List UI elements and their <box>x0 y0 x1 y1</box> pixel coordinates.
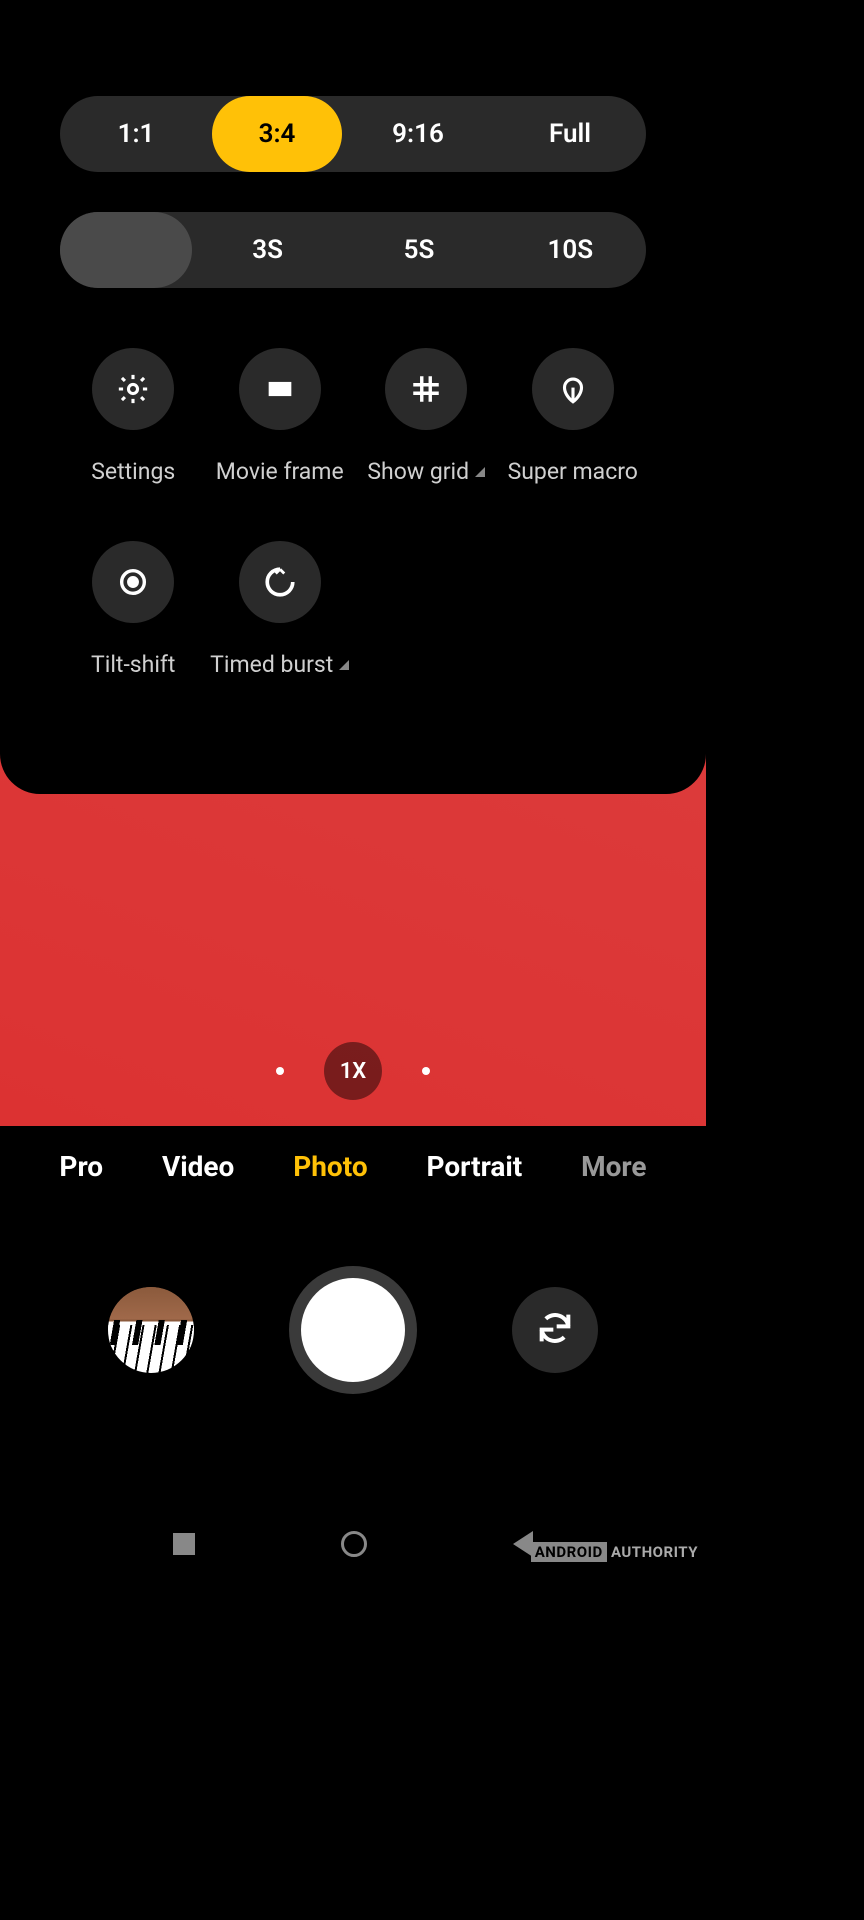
zoom-step-lower[interactable] <box>276 1067 284 1075</box>
nav-recent-button[interactable] <box>173 1533 195 1555</box>
aspect-ratio-option[interactable]: 3:4 <box>212 96 342 172</box>
camera-swap-icon <box>535 1308 575 1352</box>
nav-home-button[interactable] <box>341 1531 367 1557</box>
timer-option[interactable]: 5S <box>343 212 494 288</box>
mode-video[interactable]: Video <box>162 1150 234 1183</box>
submenu-indicator-icon <box>339 660 349 670</box>
timed-burst-icon <box>239 541 321 623</box>
camera-swap-button[interactable] <box>512 1287 598 1373</box>
mode-more[interactable]: More <box>581 1150 646 1183</box>
quick-settings-row: Settings Movie frame Show grid Super mac… <box>60 348 646 485</box>
mode-selector[interactable]: Pro Video Photo Portrait More <box>0 1150 706 1183</box>
quick-setting-label: Show grid <box>367 458 485 485</box>
timer-option[interactable]: 10S <box>495 212 646 288</box>
zoom-selector[interactable]: 1X <box>276 1042 430 1100</box>
movie-frame-button[interactable]: Movie frame <box>207 348 354 485</box>
gallery-thumbnail[interactable] <box>108 1287 194 1373</box>
zoom-step-higher[interactable] <box>422 1067 430 1075</box>
quick-setting-label: Settings <box>91 458 175 485</box>
tilt-shift-button[interactable]: Tilt-shift <box>60 541 207 678</box>
shutter-button[interactable] <box>289 1266 417 1394</box>
camera-controls <box>0 1266 706 1394</box>
submenu-indicator-icon <box>475 467 485 477</box>
mode-portrait[interactable]: Portrait <box>427 1150 523 1183</box>
quick-setting-label: Movie frame <box>216 458 344 485</box>
settings-button[interactable]: Settings <box>60 348 207 485</box>
timer-option[interactable]: 3S <box>192 212 343 288</box>
show-grid-button[interactable]: Show grid <box>353 348 500 485</box>
timer-selector: 3S 5S 10S <box>60 212 646 288</box>
quick-settings-row: Tilt-shift Timed burst <box>60 541 646 678</box>
top-settings-panel: 1:1 3:4 9:16 Full 3S 5S 10S Settings Mov… <box>0 0 706 794</box>
shutter-inner <box>301 1278 405 1382</box>
gear-icon <box>92 348 174 430</box>
quick-setting-label: Timed burst <box>210 651 349 678</box>
movie-frame-icon <box>239 348 321 430</box>
aspect-ratio-option[interactable]: Full <box>494 96 646 172</box>
timed-burst-button[interactable]: Timed burst <box>207 541 354 678</box>
zoom-level-badge[interactable]: 1X <box>324 1042 382 1100</box>
mode-photo[interactable]: Photo <box>293 1150 367 1183</box>
super-macro-button[interactable]: Super macro <box>500 348 647 485</box>
macro-icon <box>532 348 614 430</box>
watermark: ANDROID AUTHORITY <box>531 1543 698 1561</box>
aspect-ratio-selector: 1:1 3:4 9:16 Full <box>60 96 646 172</box>
quick-setting-label: Super macro <box>508 458 638 485</box>
mode-pro[interactable]: Pro <box>59 1150 103 1183</box>
timer-off-option[interactable] <box>60 212 192 288</box>
tilt-shift-icon <box>92 541 174 623</box>
quick-setting-label: Tilt-shift <box>91 651 175 678</box>
aspect-ratio-option[interactable]: 9:16 <box>342 96 494 172</box>
grid-icon <box>385 348 467 430</box>
aspect-ratio-option[interactable]: 1:1 <box>60 96 212 172</box>
thumbnail-image <box>108 1287 194 1373</box>
